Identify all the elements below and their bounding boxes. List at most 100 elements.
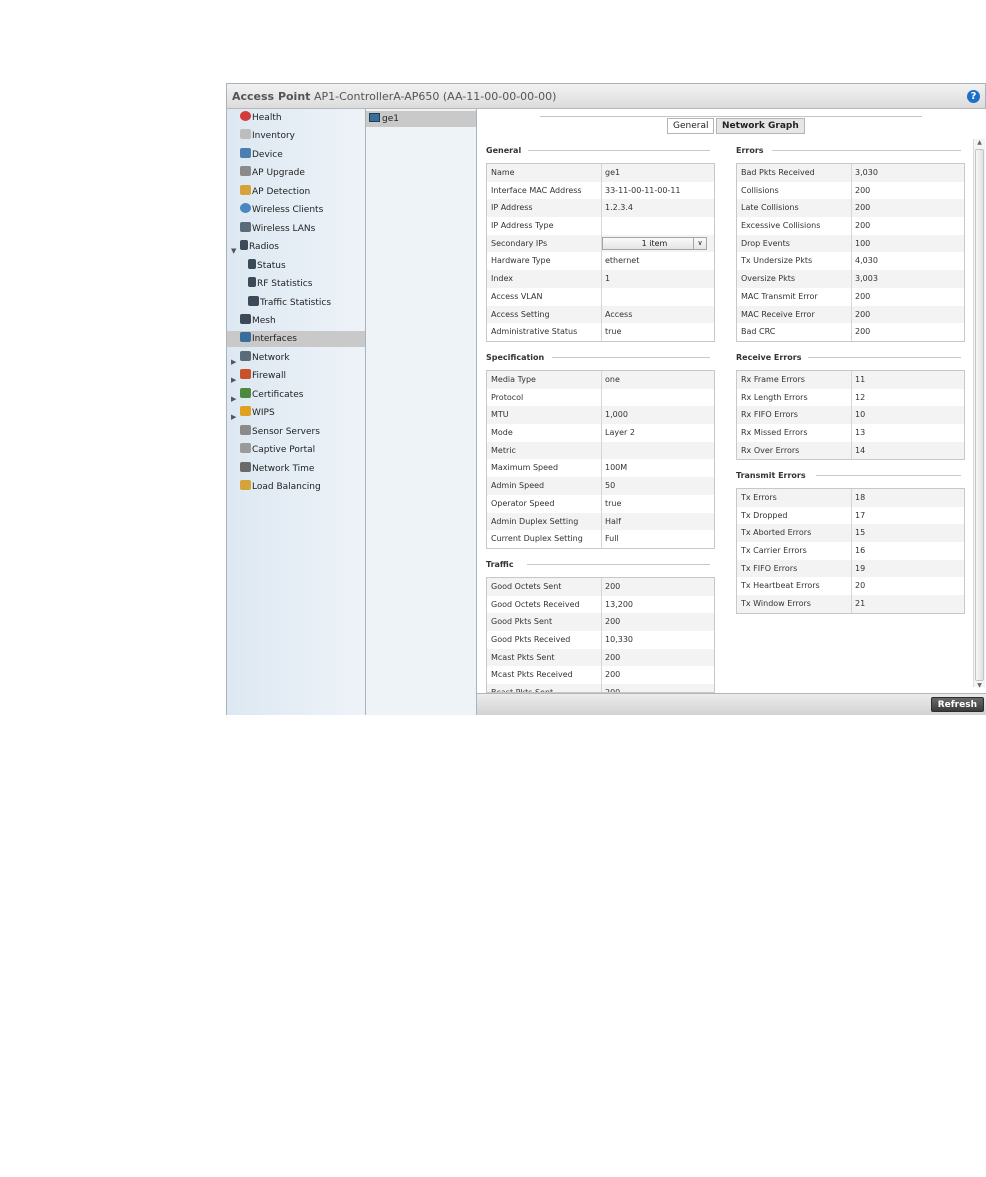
column-divider [601, 424, 602, 442]
row-key: Oversize Pkts [741, 274, 796, 284]
tab-network-graph[interactable]: Network Graph [716, 118, 805, 134]
sidebar-item-rf-statistics[interactable]: RF Statistics [248, 276, 312, 292]
secondary-ips-select[interactable]: 1 item ∨ [602, 236, 707, 250]
refresh-button[interactable]: Refresh [930, 697, 984, 712]
table-row: Secondary IPs 1 item ∨ [487, 234, 714, 253]
wips-icon [240, 406, 251, 416]
row-key: Bad Pkts Received [741, 168, 815, 177]
table-row: Oversize Pkts 3,003 [737, 270, 964, 288]
column-divider [851, 489, 852, 507]
row-key: MAC Receive Error [741, 309, 815, 319]
sidebar-item-firewall[interactable]: Firewall [240, 368, 286, 384]
sidebar-item-ap-detection[interactable]: AP Detection [240, 184, 310, 200]
row-value: 19 [855, 563, 866, 573]
sidebar-item-network-time[interactable]: Network Time [240, 461, 314, 477]
row-key: Drop Events [741, 238, 790, 248]
column-divider [851, 371, 852, 389]
radios-icon [240, 240, 248, 250]
scroll-up-icon[interactable]: ▲ [975, 139, 984, 146]
radios-expand-arrow[interactable]: ▼ [231, 247, 236, 255]
table-row: Tx Window Errors 21 [737, 595, 964, 613]
section-title-general: General [486, 146, 522, 155]
table-row: Mcast Pkts Received 200 [487, 666, 714, 685]
row-value: 100 [855, 238, 871, 248]
table-row: IP Address Type [487, 217, 714, 235]
certificates-icon [240, 388, 251, 398]
table-row: Operator Speed true [487, 494, 714, 513]
firewall-expand-arrow[interactable]: ▶ [231, 376, 236, 384]
radio-status-icon [248, 259, 256, 269]
sidebar-item-health[interactable]: Health [240, 110, 282, 126]
sidebar-item-certificates[interactable]: Certificates [240, 387, 303, 403]
row-key: Collisions [741, 185, 779, 195]
secondary-ips-value: 1 item [641, 238, 668, 248]
transmit-errors-table: Tx Errors 18 Tx Dropped 17 Tx Aborted Erro… [736, 488, 965, 614]
row-key: Index [491, 274, 514, 284]
column-divider [601, 164, 602, 182]
column-divider [601, 684, 602, 692]
network-expand-arrow[interactable]: ▶ [231, 358, 236, 366]
row-key: Rx Frame Errors [741, 375, 805, 384]
table-row: Protocol [487, 388, 714, 407]
table-row: Name ge1 [487, 164, 714, 182]
column-divider [851, 542, 852, 560]
column-divider [601, 217, 602, 235]
sidebar-item-captive-portal[interactable]: Captive Portal [240, 442, 315, 458]
row-key: Excessive Collisions [741, 221, 821, 231]
captive-portal-icon [240, 443, 251, 453]
sidebar-item-wireless-clients[interactable]: Wireless Clients [240, 202, 323, 218]
section-title-transmit-errors: Transmit Errors [736, 471, 806, 480]
table-row: Bad Pkts Received 3,030 [737, 164, 964, 182]
sidebar-item-network[interactable]: Network [240, 350, 290, 366]
device-icon [240, 148, 251, 158]
column-divider [601, 199, 602, 218]
sidebar-item-ap-upgrade[interactable]: AP Upgrade [240, 165, 305, 181]
scroll-down-icon[interactable]: ▼ [975, 682, 984, 689]
sidebar-item-wireless-lans[interactable]: Wireless LANs [240, 221, 315, 237]
sidebar-item-label: AP Detection [252, 187, 311, 197]
sidebar-item-label: Mesh [252, 316, 276, 326]
row-key: Rx Missed Errors [741, 428, 808, 438]
row-value: 200 [605, 617, 621, 627]
table-row: Mcast Pkts Sent 200 [487, 648, 714, 667]
row-value: ge1 [605, 168, 621, 177]
row-value: Full [605, 534, 619, 544]
interface-item-ge1[interactable]: ge1 [366, 111, 476, 127]
table-row: IP Address 1.2.3.4 [487, 199, 714, 218]
sidebar-item-label: Network [252, 353, 290, 363]
column-divider [601, 648, 602, 667]
row-value: 50 [605, 481, 616, 491]
sidebar-item-label: Device [252, 150, 283, 160]
row-value: Half [605, 516, 621, 526]
row-key: Rx Over Errors [741, 445, 800, 455]
help-icon[interactable]: ? [967, 90, 980, 103]
certificates-expand-arrow[interactable]: ▶ [231, 395, 236, 403]
sidebar-item-traffic-statistics[interactable]: Traffic Statistics [248, 295, 331, 311]
row-value: Access [605, 309, 633, 319]
sidebar-item-radio-status[interactable]: Status [248, 258, 286, 274]
sidebar-item-radios[interactable]: Radios [240, 239, 279, 255]
column-divider [851, 441, 852, 460]
wips-expand-arrow[interactable]: ▶ [231, 413, 236, 421]
sidebar-item-mesh[interactable]: Mesh [240, 313, 276, 329]
row-key: Tx Errors [741, 493, 777, 502]
scrollbar-thumb[interactable] [975, 149, 984, 681]
chevron-down-icon[interactable]: ∨ [693, 237, 706, 249]
sidebar-item-load-balancing[interactable]: Load Balancing [240, 479, 321, 495]
section-divider [808, 357, 961, 358]
sidebar-item-device[interactable]: Device [240, 147, 283, 163]
section-title-errors: Errors [736, 146, 764, 155]
sidebar-item-sensor-servers[interactable]: Sensor Servers [240, 424, 320, 440]
table-row: Admin Speed 50 [487, 477, 714, 495]
sidebar-item-label: Wireless Clients [252, 205, 324, 215]
sidebar-item-inventory[interactable]: Inventory [240, 128, 295, 144]
row-value: 3,003 [855, 274, 878, 284]
table-row: MTU 1,000 [487, 406, 714, 425]
column-divider [601, 494, 602, 513]
sidebar-item-wips[interactable]: WIPS [240, 405, 275, 421]
tab-general[interactable]: General [667, 118, 715, 134]
column-divider [601, 371, 602, 389]
column-divider [851, 270, 852, 288]
row-value: 21 [855, 599, 866, 609]
sidebar-item-interfaces[interactable]: Interfaces [227, 331, 365, 347]
